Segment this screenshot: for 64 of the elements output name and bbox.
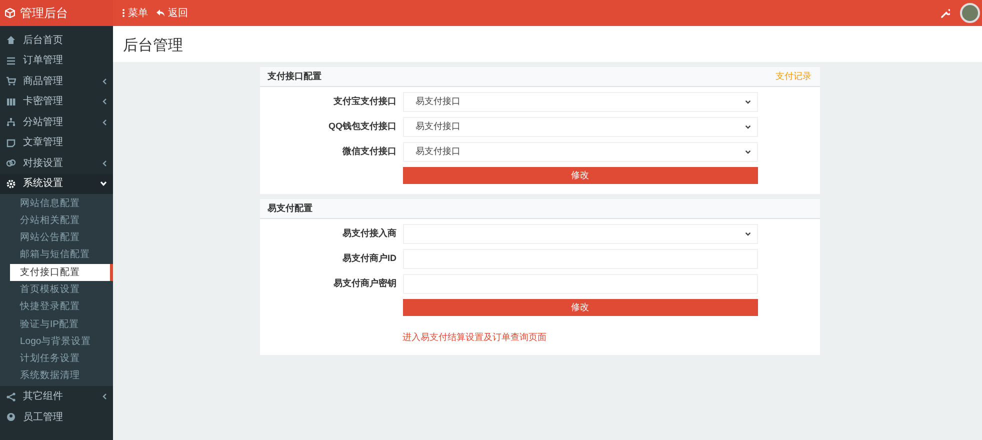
menu-button[interactable]: 菜单 [118,6,152,20]
field-label: 微信支付接口 [341,145,398,158]
note-icon [6,138,16,148]
field-label: 支付宝支付接口 [332,95,398,108]
home-icon [6,35,16,46]
chevron-down-icon [744,100,750,104]
select-field[interactable]: 易支付接口 [402,92,758,112]
sidebar-item[interactable]: 文章管理 [0,132,113,153]
sidebar-item[interactable]: 后台首页 [0,30,113,50]
submenu-item[interactable]: 快捷登录配置 [0,298,113,316]
select-field[interactable]: 易支付接口 [402,142,758,162]
sidebar-item[interactable]: 卡密管理 [0,92,113,112]
submit-button[interactable]: 修改 [402,167,758,184]
user-circle-icon [6,412,16,422]
submenu-item[interactable]: 网站信息配置 [0,195,113,212]
chevron-down-icon [744,232,750,236]
submenu-item[interactable]: 网站公告配置 [0,230,113,247]
select-field[interactable] [402,224,758,244]
brand-title: 管理后台 [20,5,68,22]
sidebar-item[interactable]: 其它组件 [0,386,113,407]
sitemap-icon [6,117,16,128]
submenu-item[interactable]: Logo与背景设置 [0,333,113,351]
submenu-item[interactable]: 计划任务设置 [0,350,113,368]
list-icon [6,56,16,66]
sidebar-item[interactable]: 系统设置 [0,174,113,194]
sidebar-item[interactable]: 员工管理 [0,406,113,428]
gear-icon [6,178,16,189]
chevron-down-icon [744,150,750,154]
cube-icon [5,8,15,18]
back-button[interactable]: 返回 [152,6,192,20]
sidebar-item[interactable]: 订单管理 [0,50,113,71]
chevron-left-icon [102,98,107,106]
field-label: 易支付接入商 [342,227,398,240]
field-label: QQ钱包支付接口 [327,120,398,134]
page-title: 后台管理 [113,26,982,62]
field-label: 易支付商户ID [342,252,398,266]
submit-button[interactable]: 修改 [402,299,758,316]
chevron-left-icon [102,78,107,85]
share-nodes-icon [6,392,16,402]
link-rings-icon [6,158,16,168]
submenu-item[interactable]: 系统数据清理 [0,368,113,386]
sidebar-item[interactable]: 对接设置 [0,153,113,174]
chevron-left-icon [102,160,107,167]
submenu-item[interactable]: 首页模板设置 [0,281,113,299]
field-label: 易支付商户密钥 [332,277,398,290]
sidebar-item[interactable]: 分站管理 [0,112,113,132]
card-title: 支付接口配置 [268,70,322,83]
chevron-down-icon [744,125,750,129]
chevron-down-icon [100,181,107,186]
reply-arrow-icon [156,9,165,17]
submenu-item[interactable]: 支付接口配置 [10,264,113,282]
submenu-item[interactable]: 验证与IP配置 [0,316,113,334]
submenu-item[interactable]: 邮箱与短信配置 [0,246,113,264]
settlement-link[interactable]: 进入易支付结算设置及订单查询页面 [402,331,546,344]
columns-icon [6,96,16,107]
chevron-left-icon [102,118,107,126]
menu-icon [122,9,125,17]
cart-icon [6,76,16,86]
select-field[interactable]: 易支付接口 [402,117,758,137]
chevron-left-icon [102,393,107,400]
card-title: 易支付配置 [268,202,312,215]
sidebar-item[interactable]: 商品管理 [0,71,113,92]
avatar[interactable] [960,3,980,23]
submenu-item[interactable]: 分站相关配置 [0,212,113,230]
